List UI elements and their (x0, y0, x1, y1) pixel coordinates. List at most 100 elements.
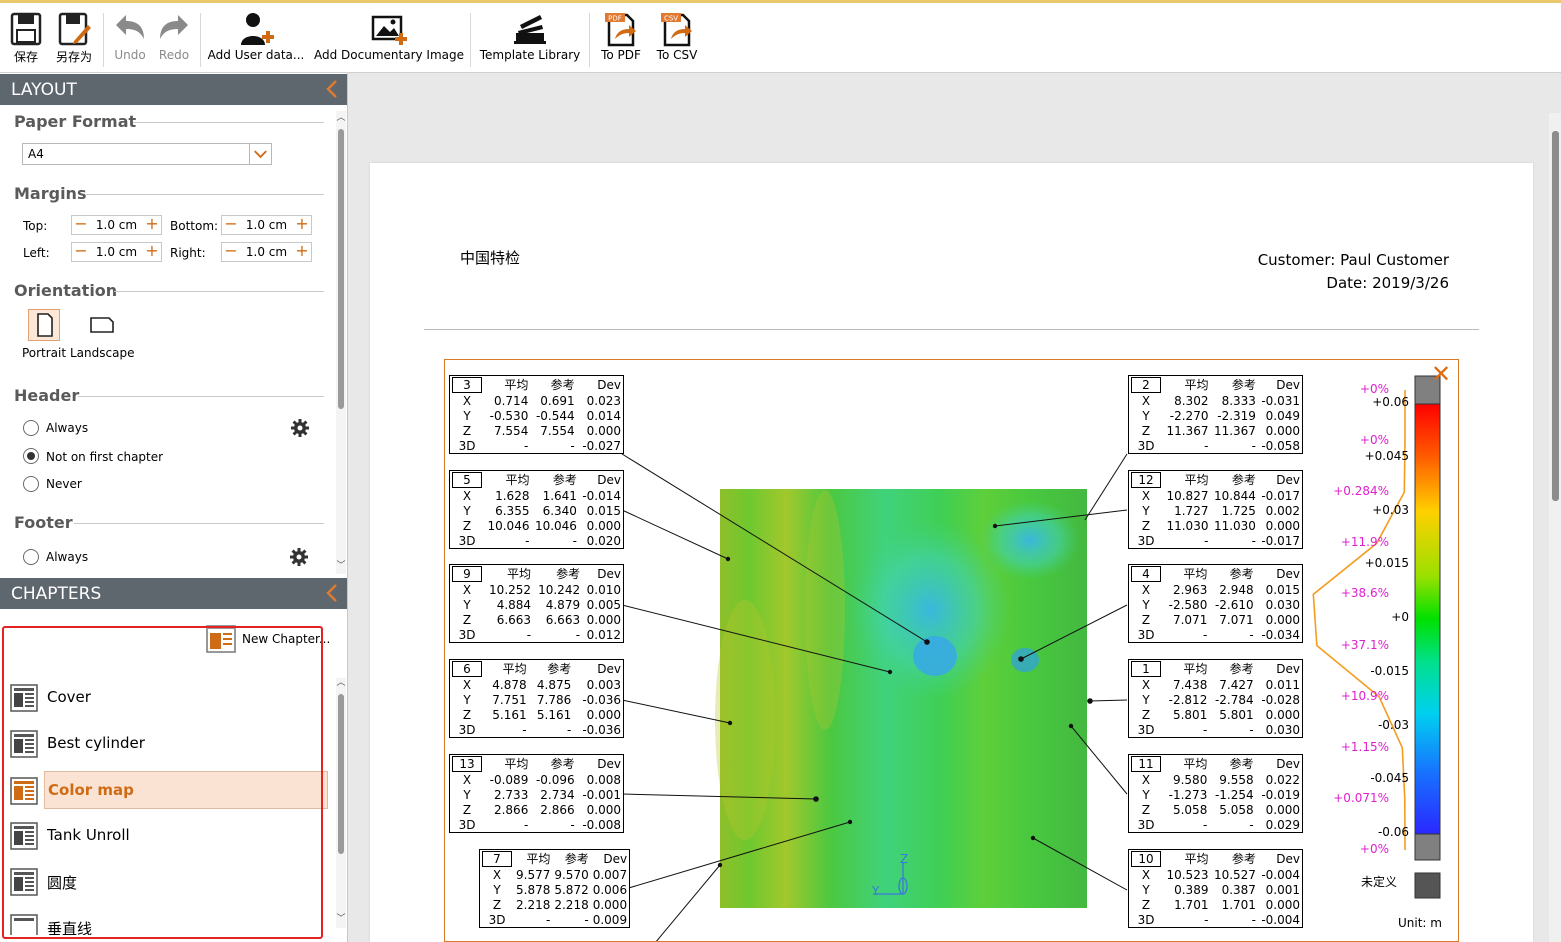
add-user-data-label: Add User data... (207, 48, 305, 62)
gear-icon[interactable] (289, 547, 309, 567)
minus-icon[interactable]: − (72, 243, 90, 261)
portrait-option-frame[interactable] (28, 309, 60, 341)
paper-format-select[interactable]: A4 (22, 143, 272, 165)
redo-button[interactable]: Redo (154, 5, 194, 71)
right-margin-value[interactable]: 1.0 cm (240, 245, 293, 259)
column-header: 平均 (504, 756, 529, 771)
chapter-item-tank-unroll[interactable]: Tank Unroll (8, 817, 328, 855)
axis-label: 3D (1137, 438, 1155, 453)
point-table-left-5[interactable]: 7 平均 参考 Dev X 9.577 9.570 0.007 Y 5.878 5.872 0.006… (479, 849, 631, 928)
save-button[interactable]: 保存 (6, 5, 46, 71)
scrollbar-thumb[interactable] (1552, 131, 1559, 501)
point-table-right-5[interactable]: 10 平均 参考 Dev X 10.523 10.527 -0.004 Y 0.389 0.387 0… (1128, 849, 1303, 928)
table-cell: 11.030 (1166, 518, 1209, 533)
point-table-left-0[interactable]: 3 平均 参考 Dev X 0.714 0.691 0.023 Y -0.530 -0.544 0.0… (449, 375, 624, 454)
minus-icon[interactable]: − (72, 216, 90, 234)
header-not-first-label[interactable]: Not on first chapter (46, 450, 163, 464)
orientation-landscape[interactable]: Landscape (70, 309, 134, 360)
point-table-left-4[interactable]: 13 平均 参考 Dev X -0.089 -0.096 0.008 Y 2.733 2.734 -0… (449, 754, 624, 833)
undo-button[interactable]: Undo (110, 5, 150, 71)
layout-section-header[interactable]: LAYOUT (0, 74, 347, 105)
bottom-margin-stepper[interactable]: − 1.0 cm + (221, 215, 312, 235)
header-always-label[interactable]: Always (46, 421, 88, 435)
scroll-down-icon[interactable]: ﹀ (336, 914, 346, 924)
point-table-right-0[interactable]: 2 平均 参考 Dev X 8.302 8.333 -0.031 Y -2.270 -2.319 0.… (1128, 375, 1303, 454)
left-panel: LAYOUT Paper Format A4 Margins Top: − 1.… (0, 73, 348, 942)
chevron-down-icon[interactable] (249, 144, 271, 164)
plus-icon[interactable]: + (143, 216, 161, 234)
date-value: 2019/3/26 (1372, 274, 1449, 292)
top-margin-stepper[interactable]: − 1.0 cm + (71, 215, 162, 235)
point-table-right-1[interactable]: 12 平均 参考 Dev X 10.827 10.844 -0.017 Y 1.727 1.725 0… (1128, 470, 1303, 549)
table-cell: 6.355 (495, 503, 530, 518)
to-csv-button[interactable]: CSV To CSV (652, 5, 702, 71)
new-chapter-button[interactable]: New Chapter... (206, 623, 336, 653)
chapter-label: Best cylinder (47, 734, 145, 752)
header-never-radio[interactable] (23, 476, 39, 492)
point-table-left-1[interactable]: 5 平均 参考 Dev X 1.628 1.641 -0.014 Y 6.355 6.340 0.01… (449, 470, 624, 549)
footer-always-label[interactable]: Always (46, 550, 88, 564)
chapter-item-best-cylinder[interactable]: Best cylinder (8, 725, 328, 763)
point-table-right-2[interactable]: 4 平均 参考 Dev X 2.963 2.948 0.015 Y -2.580 -2.610 0.0… (1128, 564, 1303, 643)
histogram-percent-label: +0% (1359, 382, 1389, 396)
orientation-portrait[interactable]: Portrait (20, 309, 68, 360)
scroll-up-icon[interactable]: ︿ (336, 113, 346, 123)
legend-tick-label: +0.015 (1364, 556, 1409, 571)
to-pdf-button[interactable]: PDF To PDF (596, 5, 646, 71)
point-table-left-2[interactable]: 9 平均 参考 Dev X 10.252 10.242 0.010 Y 4.884 4.879 0.0… (449, 564, 624, 643)
save-as-button[interactable]: 另存为 (52, 5, 96, 71)
toolbar-separator (103, 13, 104, 67)
top-margin-value[interactable]: 1.0 cm (90, 218, 143, 232)
layout-scrollbar[interactable]: ︿ ﹀ (336, 111, 346, 574)
template-library-button[interactable]: Template Library (477, 5, 583, 71)
footer-always-radio[interactable] (23, 549, 39, 565)
scrollbar-thumb[interactable] (338, 129, 344, 409)
chapter-item-color-map[interactable]: Color map (10, 771, 328, 809)
header-never-label[interactable]: Never (46, 477, 82, 491)
table-cell: 0.691 (540, 393, 575, 408)
chapter-item-vertical-line[interactable]: 垂直线 (8, 909, 328, 935)
scrollbar-thumb[interactable] (338, 694, 344, 854)
add-user-data-button[interactable]: Add User data... (206, 5, 306, 71)
collapse-chapters-icon[interactable] (325, 583, 339, 603)
plus-icon[interactable]: + (293, 243, 311, 261)
scroll-up-icon[interactable]: ︿ (336, 678, 346, 688)
minus-icon[interactable]: − (222, 243, 240, 261)
point-table-right-3[interactable]: 1 平均 参考 Dev X 7.438 7.427 0.011 Y -2.812 -2.784 -0.… (1128, 659, 1303, 738)
chapter-item-cover[interactable]: Cover (8, 679, 328, 717)
plus-icon[interactable]: + (293, 216, 311, 234)
header-not-first-radio[interactable] (23, 448, 39, 464)
add-documentary-image-button[interactable]: Add Documentary Image (314, 5, 464, 71)
plus-icon[interactable]: + (143, 243, 161, 261)
left-margin-stepper[interactable]: − 1.0 cm + (71, 242, 162, 262)
csv-badge: CSV (664, 15, 678, 23)
point-table-left-3[interactable]: 6 平均 参考 Dev X 4.878 4.875 0.003 Y 7.751 7.786 -0.03… (449, 659, 624, 738)
right-margin-stepper[interactable]: − 1.0 cm + (221, 242, 312, 262)
toolbar: 保存 另存为 Undo Redo Add User data... Add Do… (0, 0, 1561, 73)
chapters-scrollbar[interactable]: ︿ ﹀ (336, 678, 346, 928)
gear-icon[interactable] (290, 418, 310, 438)
table-cell: 9.558 (1219, 772, 1254, 787)
table-cell: 5.161 (492, 707, 527, 722)
header-always-radio[interactable] (23, 420, 39, 436)
chapter-label: Tank Unroll (47, 826, 130, 844)
left-margin-value[interactable]: 1.0 cm (90, 245, 143, 259)
preview-scrollbar[interactable] (1549, 113, 1561, 942)
chapters-section-header[interactable]: CHAPTERS (0, 578, 347, 609)
table-cell: 10.827 (1166, 488, 1209, 503)
minus-icon[interactable]: − (222, 216, 240, 234)
axis-label: X (462, 677, 472, 692)
legend-under-range (1414, 833, 1441, 861)
column-header: 参考 (1229, 566, 1254, 581)
landscape-option-frame[interactable] (86, 309, 118, 341)
point-table-right-4[interactable]: 11 平均 参考 Dev X 9.580 9.558 0.022 Y -1.273 -1.254 -0… (1128, 754, 1303, 833)
axis-label: Y (1142, 692, 1150, 707)
table-cell: 0.000 (1265, 707, 1300, 722)
chapter-item-roundness[interactable]: 圆度 (8, 863, 328, 901)
axis-label: Y (463, 408, 471, 423)
table-cell: -0.058 (1261, 438, 1300, 453)
bottom-margin-value[interactable]: 1.0 cm (240, 218, 293, 232)
collapse-layout-icon[interactable] (325, 79, 339, 99)
scroll-down-icon[interactable]: ﹀ (336, 561, 346, 571)
close-icon[interactable]: ✕ (1431, 362, 1451, 386)
